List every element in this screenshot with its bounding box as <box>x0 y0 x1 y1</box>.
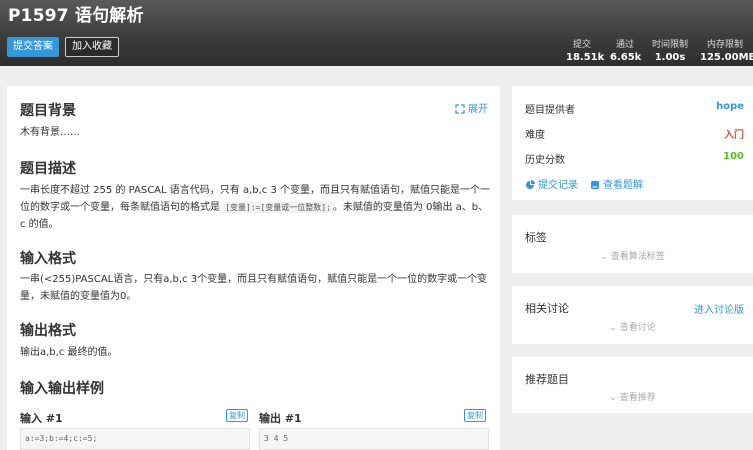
description-code: [变量]:=[变量或一位整数]; <box>223 202 333 213</box>
score-value: 100 <box>723 151 744 162</box>
sample-output-box: 3 4 5 <box>259 428 489 450</box>
background-heading: 题目背景 <box>20 103 76 119</box>
enter-discussion-link[interactable]: 进入讨论版 <box>694 301 744 316</box>
stat-label: 提交 <box>572 40 591 50</box>
expand-button[interactable]: 展开 <box>455 100 488 115</box>
copy-output-button[interactable]: 复制 <box>464 409 486 422</box>
problem-header: P1597 语句解析 提交答案 加入收藏 提交 18.51k 通过 6.65k … <box>0 0 753 66</box>
solutions-link-label: 查看题解 <box>603 180 643 191</box>
expand-icon <box>455 104 465 114</box>
stat-label: 时间限制 <box>651 40 688 50</box>
show-tags-label: 查看算法标签 <box>610 252 665 262</box>
stat-time-limit: 时间限制 1.00s <box>650 37 690 63</box>
page-title: P1597 语句解析 <box>8 6 144 26</box>
stat-submissions: 提交 18.51k <box>566 37 605 63</box>
show-discussion-label: 查看讨论 <box>619 323 656 333</box>
input-format-heading: 输入格式 <box>20 251 76 267</box>
recommend-card: 推荐题目 ⌄ 查看推荐 <box>512 357 753 413</box>
show-recommend-label: 查看推荐 <box>619 393 656 403</box>
problem-content-card: 展开 题目背景 木有背景…… 题目描述 一串长度不超过 255 的 PASCAL… <box>7 86 500 450</box>
provider-link[interactable]: hope <box>716 101 744 112</box>
submissions-link[interactable]: 提交记录 <box>525 176 578 191</box>
input-format-text: 一串(<255)PASCAL语言，只有a,b,c 3个变量，而且只有赋值语句，赋… <box>20 274 488 302</box>
chevron-down-icon: ⌄ <box>600 252 611 262</box>
add-favorite-button[interactable]: 加入收藏 <box>65 37 119 57</box>
provider-label: 题目提供者 <box>525 105 575 116</box>
tags-card: 标签 ⌄ 查看算法标签 <box>512 215 753 273</box>
pie-chart-icon <box>526 180 535 189</box>
stat-value: 1.00s <box>654 52 686 63</box>
copy-input-button[interactable]: 复制 <box>226 409 248 422</box>
problem-info-card: 题目提供者 hope 难度 入门 历史分数 100 提交记录 查看题解 <box>512 86 753 200</box>
score-label: 历史分数 <box>525 155 565 166</box>
tags-title: 标签 <box>525 231 547 244</box>
stat-label: 通过 <box>615 40 634 50</box>
output-format-text: 输出a,b,c 最终的值。 <box>20 347 118 358</box>
background-text: 木有背景…… <box>20 127 80 138</box>
difficulty-label: 难度 <box>525 130 545 141</box>
show-tags-toggle[interactable]: ⌄ 查看算法标签 <box>512 249 753 262</box>
stat-label: 内存限制 <box>706 40 743 50</box>
show-discussion-toggle[interactable]: ⌄ 查看讨论 <box>512 320 753 333</box>
description-heading: 题目描述 <box>20 161 76 177</box>
solutions-link[interactable]: 查看题解 <box>590 176 643 191</box>
stat-value: 125.00MB <box>700 52 753 63</box>
submit-answer-button[interactable]: 提交答案 <box>7 37 59 57</box>
book-icon <box>591 181 599 189</box>
chevron-down-icon: ⌄ <box>609 323 620 333</box>
sample-input-label: 输入 #1 <box>20 412 63 425</box>
stat-value: 18.51k <box>566 52 605 63</box>
output-format-heading: 输出格式 <box>20 323 76 339</box>
difficulty-value: 入门 <box>724 130 744 141</box>
show-recommend-toggle[interactable]: ⌄ 查看推荐 <box>512 390 753 403</box>
samples-heading: 输入输出样例 <box>20 381 104 397</box>
stat-value: 6.65k <box>610 52 642 63</box>
chevron-down-icon: ⌄ <box>609 393 620 403</box>
expand-label: 展开 <box>468 104 488 115</box>
submissions-link-label: 提交记录 <box>538 180 578 191</box>
recommend-title: 推荐题目 <box>525 373 569 386</box>
sample-input-box: a:=3;b:=4;c:=5; <box>20 428 250 450</box>
discussion-card: 相关讨论 进入讨论版 ⌄ 查看讨论 <box>512 286 753 344</box>
stat-memory-limit: 内存限制 125.00MB <box>700 37 753 63</box>
stat-accepted: 通过 6.65k <box>610 37 642 63</box>
discussion-title: 相关讨论 <box>525 302 569 315</box>
sample-output-label: 输出 #1 <box>259 412 302 425</box>
description-text: 一串长度不超过 255 的 PASCAL 语言代码，只有 a,b,c 3 个变量… <box>20 182 490 233</box>
